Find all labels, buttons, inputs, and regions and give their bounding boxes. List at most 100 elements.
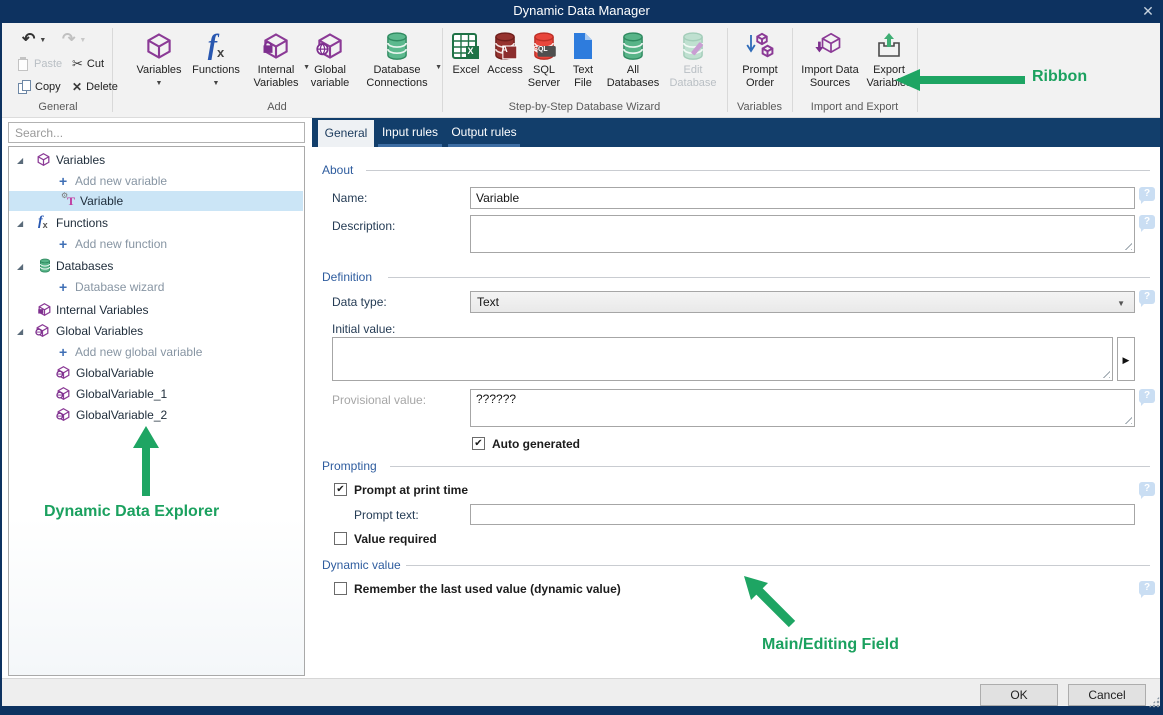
internal-variables-label: Internal Variables	[246, 64, 306, 90]
sql-server-icon: SQL	[526, 30, 562, 62]
explorer-annotation-arrow	[130, 424, 162, 498]
tree-item-internal-variables[interactable]: Internal Variables	[9, 300, 303, 320]
auto-generated-checkbox[interactable]: ✔	[472, 437, 485, 450]
tree-item-databases[interactable]: ◢ Databases	[9, 256, 303, 276]
ok-button[interactable]: OK	[980, 684, 1058, 706]
copy-label: Copy	[35, 81, 61, 93]
initial-value-field[interactable]	[332, 337, 1113, 381]
provisional-value-label: Provisional value:	[332, 393, 426, 407]
tree-item-globalvariable[interactable]: GlobalVariable	[9, 363, 303, 383]
edit-database-button[interactable]: Edit Database	[665, 30, 721, 90]
function-fx-icon: fx	[190, 30, 242, 62]
global-variable-label: Global variable	[307, 64, 353, 90]
internal-variable-lock-cube-icon	[246, 30, 306, 62]
global-variable-button[interactable]: Global variable	[307, 30, 353, 90]
close-icon[interactable]: ✕	[1136, 2, 1160, 21]
tab-input-rules[interactable]: Input rules	[378, 118, 442, 144]
tree-item-add-new-global-variable[interactable]: + Add new global variable	[9, 342, 303, 362]
name-field[interactable]	[470, 187, 1135, 209]
section-header-dynamic-value: Dynamic value	[322, 558, 401, 572]
excel-button[interactable]: X Excel	[448, 30, 484, 77]
access-button[interactable]: A Access	[486, 30, 524, 77]
tree-item-label: Variables	[56, 153, 105, 167]
paste-button[interactable]: Paste	[18, 55, 62, 73]
section-rule	[406, 565, 1150, 566]
variables-button[interactable]: Variables ▼	[130, 30, 188, 90]
expander-icon[interactable]: ◢	[17, 327, 23, 336]
undo-button[interactable]: ↶ ▼	[22, 31, 46, 49]
prompt-at-print-time-label: Prompt at print time	[354, 483, 468, 497]
tree-item-global-variables[interactable]: ◢ Global Variables	[9, 321, 303, 341]
description-field[interactable]	[470, 215, 1135, 253]
tree-item-variables[interactable]: ◢ Variables	[9, 150, 303, 170]
tab-general[interactable]: General	[318, 120, 374, 147]
data-type-select[interactable]: Text ▼	[470, 291, 1135, 313]
prompt-order-button[interactable]: Prompt Order	[734, 30, 786, 90]
remember-last-value-checkbox[interactable]	[334, 582, 347, 595]
text-file-button[interactable]: Text File	[565, 30, 601, 90]
prompt-order-icon	[734, 30, 786, 62]
help-icon[interactable]: ?	[1139, 187, 1155, 201]
delete-label: Delete	[86, 81, 118, 93]
all-databases-label: All Databases	[603, 64, 663, 90]
prompt-text-field[interactable]	[470, 504, 1135, 525]
tree-item-add-new-function[interactable]: + Add new function	[9, 234, 303, 254]
tree-item-add-new-variable[interactable]: + Add new variable	[9, 171, 303, 191]
delete-button[interactable]: ✕ Delete	[72, 78, 118, 96]
expander-icon[interactable]: ◢	[17, 156, 23, 165]
paste-icon	[18, 57, 30, 71]
auto-generated-label: Auto generated	[492, 437, 580, 451]
help-icon[interactable]: ?	[1139, 290, 1155, 304]
excel-icon: X	[448, 30, 484, 62]
insert-data-source-button[interactable]: ▶	[1117, 337, 1135, 381]
remember-last-value-label: Remember the last used value (dynamic va…	[354, 582, 621, 596]
global-variable-globe-cube-icon	[56, 386, 71, 401]
main-field-annotation-label: Main/Editing Field	[762, 636, 899, 654]
expander-icon[interactable]: ◢	[17, 219, 23, 228]
functions-button[interactable]: fx Functions ▼	[190, 30, 242, 90]
tree-item-database-wizard[interactable]: + Database wizard	[9, 277, 303, 297]
tab-label: Output rules	[451, 125, 516, 139]
group-label-general: General	[4, 101, 112, 113]
import-data-sources-button[interactable]: Import Data Sources	[799, 30, 861, 90]
chevron-down-icon: ▼	[435, 61, 442, 74]
value-required-checkbox[interactable]	[334, 532, 347, 545]
prompt-at-print-time-checkbox[interactable]: ✔	[334, 483, 347, 496]
database-connections-button[interactable]: Database Connections ▼	[354, 30, 440, 90]
ribbon: ↶ ▼ ↷ ▼ Paste ✂ Cut Copy ✕ Delete Genera…	[2, 23, 1160, 118]
help-icon[interactable]: ?	[1139, 215, 1155, 229]
copy-button[interactable]: Copy	[18, 78, 61, 96]
tree-item-label: Internal Variables	[56, 303, 149, 317]
undo-icon: ↶	[22, 32, 35, 48]
sql-badge: SQL	[532, 44, 549, 55]
redo-button[interactable]: ↷ ▼	[62, 31, 86, 49]
plus-icon: +	[59, 279, 67, 295]
import-data-sources-label: Import Data Sources	[799, 64, 861, 90]
search-input[interactable]	[8, 122, 305, 143]
tree-item-label: GlobalVariable_2	[76, 408, 167, 422]
all-databases-icon	[603, 30, 663, 62]
ribbon-annotation-label: Ribbon	[1032, 68, 1087, 86]
cancel-button[interactable]: Cancel	[1068, 684, 1146, 706]
expander-icon[interactable]: ◢	[17, 262, 23, 271]
tree-item-globalvariable-1[interactable]: GlobalVariable_1	[9, 384, 303, 404]
tree-item-functions[interactable]: ◢ fx Functions	[9, 213, 303, 233]
help-icon[interactable]: ?	[1139, 482, 1155, 496]
help-icon[interactable]: ?	[1139, 581, 1155, 595]
database-connections-label: Database Connections	[354, 64, 440, 90]
group-separator	[112, 28, 113, 112]
delete-icon: ✕	[72, 80, 82, 94]
database-connections-icon	[354, 30, 440, 62]
cut-button[interactable]: ✂ Cut	[72, 55, 104, 73]
help-icon[interactable]: ?	[1139, 389, 1155, 403]
tab-output-rules[interactable]: Output rules	[448, 118, 520, 144]
global-variable-globe-cube-icon	[307, 30, 353, 62]
all-databases-button[interactable]: All Databases	[603, 30, 663, 90]
sql-server-button[interactable]: SQL SQL Server	[526, 30, 562, 90]
text-file-label: Text File	[565, 64, 601, 90]
internal-variables-button[interactable]: Internal Variables ▼	[246, 30, 306, 90]
chevron-down-icon: ▼	[190, 77, 242, 90]
provisional-value-field[interactable]: ??????	[470, 389, 1135, 427]
tree-item-globalvariable-2[interactable]: GlobalVariable_2	[9, 405, 303, 425]
tree-item-variable-selected[interactable]: ⚙ T Variable	[9, 191, 303, 211]
